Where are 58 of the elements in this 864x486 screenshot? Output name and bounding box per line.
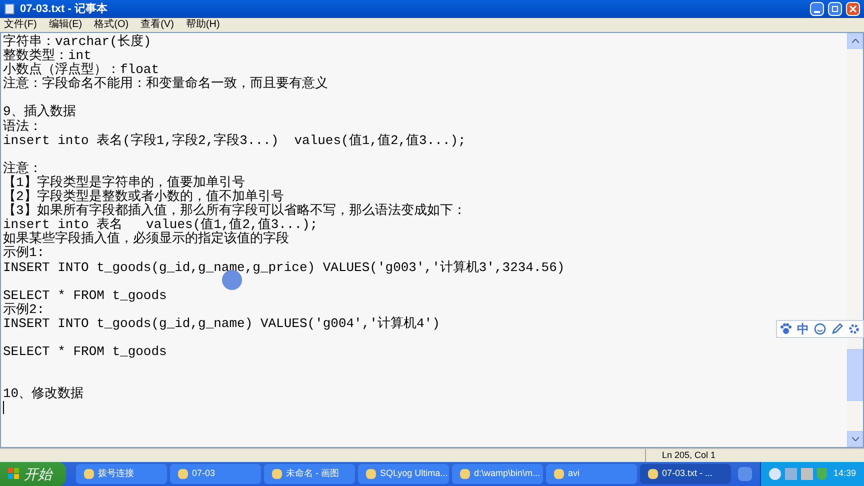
start-button[interactable]: 开始 — [0, 462, 66, 486]
text-line: SELECT * FROM t_goods — [3, 288, 167, 303]
restore-button[interactable] — [828, 2, 842, 16]
close-icon — [849, 5, 857, 13]
minimize-button[interactable] — [810, 2, 824, 16]
text-line: INSERT INTO t_goods(g_id,g_name) VALUES('g004','计算机4') — [3, 316, 440, 331]
scrollbar[interactable] — [847, 33, 863, 447]
text-line: insert into 表名(字段1,字段2,字段3...) values(值1,值2,值3...); — [3, 134, 466, 148]
text-line: 10、修改数据 — [3, 387, 84, 402]
menu-item[interactable]: 编辑(E) — [48, 20, 82, 30]
taskbar-button[interactable]: 07-03 — [170, 464, 261, 484]
text-line: 注意： — [3, 162, 42, 176]
text-line: 示例2: — [3, 302, 45, 317]
text-caret — [3, 401, 4, 414]
menu-item[interactable]: 查看(V) — [140, 20, 174, 30]
text-line: 注意：字段命名不能用：和变量命名一致，而且要有意义 — [3, 77, 328, 92]
text-line: 【2】字段类型是整数或者小数的，值不加单引号 — [3, 190, 284, 204]
text-line: 小数点（浮点型）：float — [3, 63, 160, 78]
scroll-up-button[interactable] — [847, 33, 863, 49]
pencil-icon[interactable] — [831, 323, 844, 335]
text-line: 语法： — [3, 120, 42, 134]
taskbar-button[interactable]: 拨号连接 — [76, 464, 167, 484]
smiley-icon[interactable] — [814, 323, 826, 335]
text-line: 如果某些字段插入值，必须显示的指定该值的字段 — [3, 232, 289, 246]
window-icon — [178, 469, 188, 479]
windows-logo-icon — [8, 468, 20, 480]
window-icon — [648, 469, 658, 479]
window-title: 07-03.txt - 记事本 — [20, 2, 108, 17]
text-line: 示例1: — [3, 246, 45, 260]
window-icon — [84, 469, 94, 479]
clock: 14:39 — [833, 467, 856, 480]
close-button[interactable] — [846, 2, 860, 16]
text-line: 【3】如果所有字段都插入值，那么所有字段可以省略不写，那么语法变成如下： — [3, 204, 466, 218]
scroll-thumb[interactable] — [847, 349, 863, 401]
text-line: INSERT INTO t_goods(g_id,g_name,g_price) VALUES('g003','计算机3',3234.56) — [3, 260, 565, 275]
taskbar-button[interactable]: d:\wamp\bin\m... — [452, 464, 543, 484]
settings-icon[interactable] — [848, 323, 860, 335]
taskbar-button[interactable]: avi — [546, 464, 637, 484]
menu-item[interactable]: 帮助(H) — [186, 20, 220, 30]
text-line: insert into 表名 values(值1,值2,值3...); — [3, 218, 318, 232]
taskbar-button[interactable]: SQLyog Ultima... — [358, 464, 449, 484]
window-icon — [460, 469, 470, 479]
text-line: 字符串：varchar(长度) — [3, 35, 152, 49]
window-icon — [554, 469, 564, 479]
menu-item[interactable]: 文件(F) — [4, 20, 37, 30]
text-line: 9、插入数据 — [3, 105, 76, 120]
text-line: 整数类型：int — [3, 49, 92, 64]
taskbar-button[interactable]: 07-03.txt - ... — [640, 464, 731, 484]
menu-item[interactable]: 格式(O) — [94, 20, 129, 30]
window-icon — [272, 469, 282, 479]
cursor-position: Ln 205, Col 1 — [662, 451, 716, 460]
notepad-icon — [4, 3, 16, 15]
taskbar-button[interactable]: 未命名 - 画图 — [264, 464, 355, 484]
input-mode-toggle[interactable]: 中 — [796, 323, 809, 335]
scroll-down-button[interactable] — [847, 431, 863, 447]
text-line: SELECT * FROM t_goods — [3, 345, 167, 360]
text-line: 【1】字段类型是字符串的，值要加单引号 — [3, 176, 245, 190]
window-icon — [366, 469, 376, 479]
